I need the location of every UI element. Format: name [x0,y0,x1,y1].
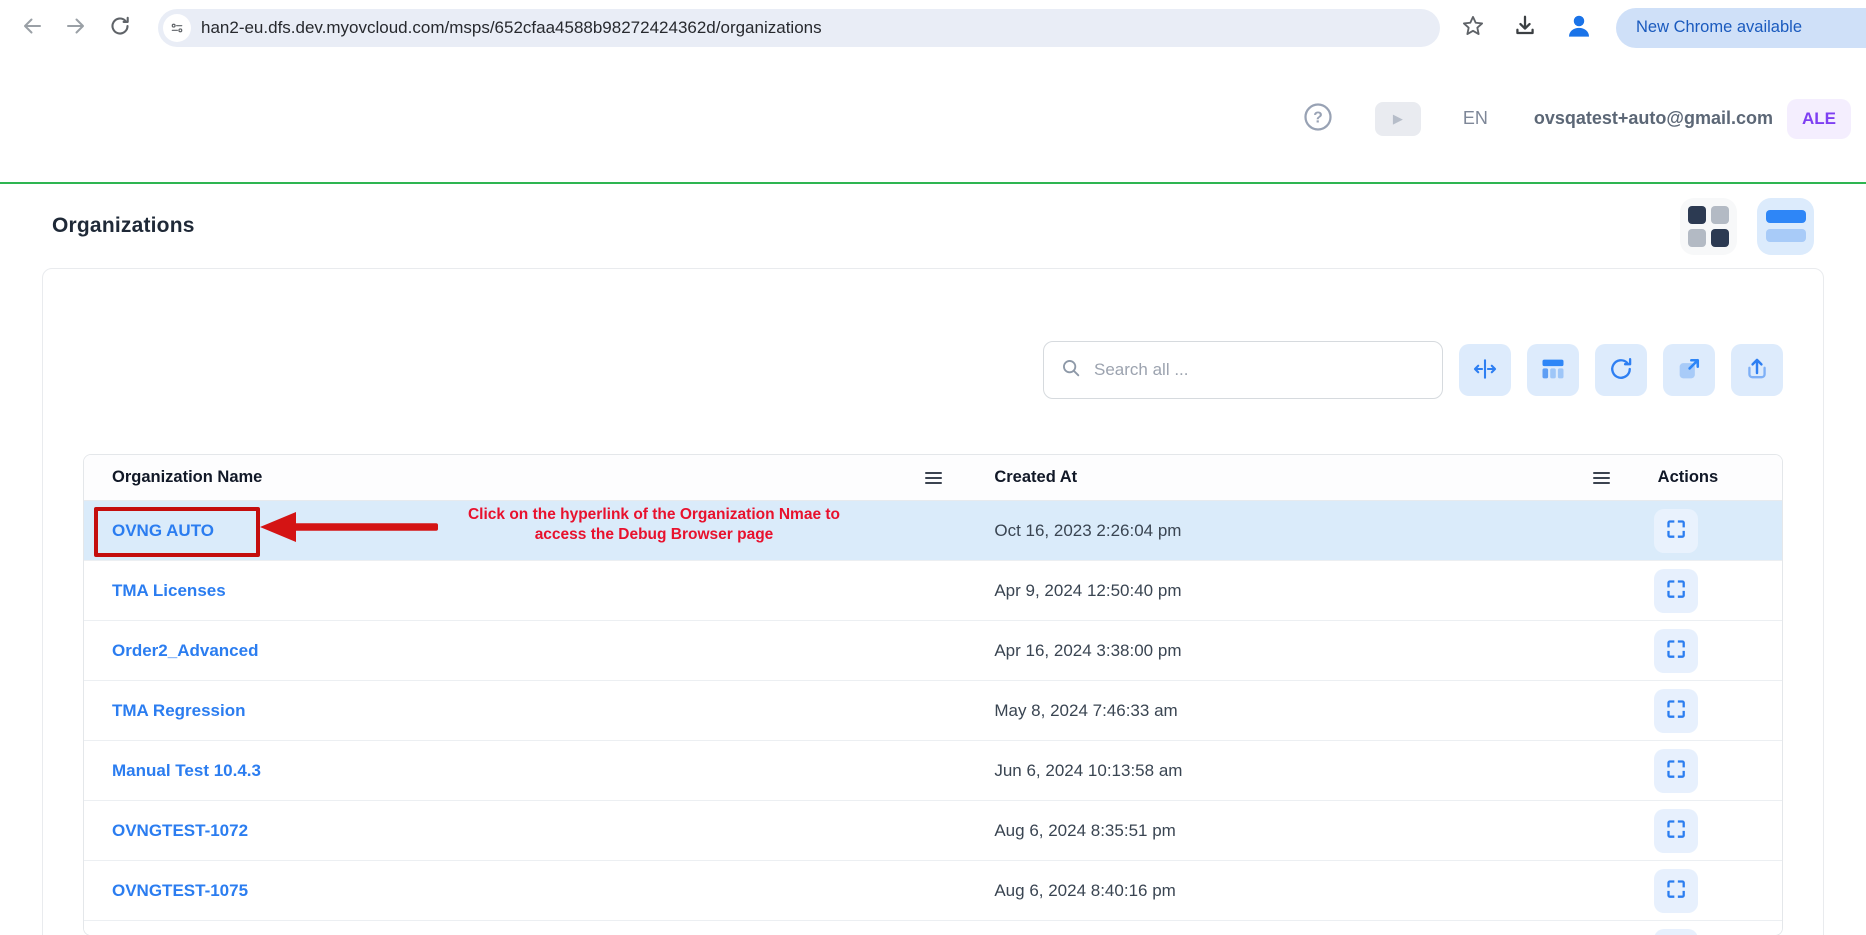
column-header-created-at: Created At [994,468,1077,487]
expand-row-button[interactable] [1654,749,1698,793]
new-chrome-available-button[interactable]: New Chrome available [1616,8,1866,48]
table-row: TMA Regression May 8, 2024 7:46:33 am [84,681,1782,741]
created-at-value: Apr 9, 2024 12:50:40 pm [970,581,1637,601]
table-body: OVNG AUTO Oct 16, 2023 2:26:04 pm TMA Li… [84,501,1782,921]
table-row: OVNGTEST-1075 Aug 6, 2024 8:40:16 pm [84,861,1782,921]
expand-fullscreen-icon [1664,877,1688,904]
created-at-value: May 8, 2024 7:46:33 am [970,701,1637,721]
org-name-link[interactable]: OVNGTEST-1075 [112,881,248,900]
column-header-organization-name: Organization Name [112,468,262,487]
list-view-button[interactable] [1757,198,1814,255]
page-head: Organizations [0,184,1866,268]
table-row: TMA Licenses Apr 9, 2024 12:50:40 pm [84,561,1782,621]
grid-view-icon [1688,206,1729,247]
forward-button[interactable] [54,6,98,50]
org-name-link[interactable]: TMA Regression [112,701,246,720]
search-input[interactable] [1094,360,1426,380]
column-menu-icon[interactable] [1589,468,1614,488]
columns-icon [1539,355,1567,386]
forward-icon [64,14,88,41]
expand-fullscreen-icon [1664,637,1688,664]
app-header: ? ▶ EN ovsqatest+auto@gmail.com ALE [0,55,1866,184]
expand-fullscreen-icon [1664,817,1688,844]
columns-button[interactable] [1527,344,1579,396]
search-icon [1060,357,1082,384]
table-header: Organization Name Created At Actions [84,455,1782,501]
profile-avatar-icon [1564,11,1594,44]
org-name-link[interactable]: Order2_Advanced [112,641,258,660]
expand-fullscreen-icon [1664,757,1688,784]
expand-row-button[interactable] [1654,509,1698,553]
fit-columns-button[interactable] [1459,344,1511,396]
expand-row-button[interactable] [1654,569,1698,613]
refresh-button[interactable] [1595,344,1647,396]
open-external-button[interactable] [1663,344,1715,396]
site-settings-icon[interactable] [163,14,191,42]
created-at-value: Apr 16, 2024 3:38:00 pm [970,641,1637,661]
expand-row-button[interactable] [1654,689,1698,733]
address-bar[interactable]: han2-eu.dfs.dev.myovcloud.com/msps/652cf… [158,9,1440,47]
browser-toolbar: han2-eu.dfs.dev.myovcloud.com/msps/652cf… [0,0,1866,55]
help-icon: ? [1303,102,1333,135]
table-row: Order2_Advanced Apr 16, 2024 3:38:00 pm [84,621,1782,681]
expand-row-button[interactable] [1654,869,1698,913]
table-row: OVNG AUTO Oct 16, 2023 2:26:04 pm [84,501,1782,561]
url-text: han2-eu.dfs.dev.myovcloud.com/msps/652cf… [201,18,822,38]
org-name-link[interactable]: Manual Test 10.4.3 [112,761,261,780]
reload-button[interactable] [98,6,142,50]
download-icon [1512,13,1538,42]
profile-button[interactable] [1564,11,1594,44]
column-menu-icon[interactable] [921,468,946,488]
org-name-link[interactable]: OVNG AUTO [112,521,214,540]
upload-button[interactable] [1731,344,1783,396]
column-header-actions: Actions [1658,468,1719,487]
back-button[interactable] [10,6,54,50]
expand-fullscreen-icon [1664,697,1688,724]
expand-row-button[interactable] [1654,629,1698,673]
language-selector[interactable]: EN [1463,108,1488,129]
expand-fullscreen-icon [1664,517,1688,544]
table-toolbar [83,341,1783,399]
created-at-value: Oct 16, 2023 2:26:04 pm [970,521,1637,541]
tour-play-button[interactable]: ▶ [1375,102,1421,136]
fit-columns-icon [1471,355,1499,386]
play-icon: ▶ [1393,111,1403,126]
open-external-icon [1675,355,1703,386]
expand-fullscreen-icon [1664,577,1688,604]
account-email[interactable]: ovsqatest+auto@gmail.com [1534,108,1773,129]
bookmark-button[interactable] [1460,13,1486,42]
table-row: OVNGTEST-1072 Aug 6, 2024 8:35:51 pm [84,801,1782,861]
downloads-button[interactable] [1512,13,1538,42]
help-button[interactable]: ? [1301,102,1335,136]
table-row-partial [84,921,1782,935]
reload-icon [108,14,132,41]
expand-row-button[interactable] [1654,809,1698,853]
tenant-badge[interactable]: ALE [1787,99,1851,139]
list-view-icon [1766,210,1806,242]
star-icon [1460,13,1486,42]
grid-view-button[interactable] [1680,198,1737,255]
back-icon [20,14,44,41]
organizations-table: Organization Name Created At Actions OVN… [83,454,1783,935]
organizations-card: Organization Name Created At Actions OVN… [42,268,1824,935]
org-name-link[interactable]: OVNGTEST-1072 [112,821,248,840]
upload-icon [1743,355,1771,386]
svg-text:?: ? [1313,110,1323,127]
search-box[interactable] [1043,341,1443,399]
created-at-value: Aug 6, 2024 8:40:16 pm [970,881,1637,901]
expand-row-button[interactable] [1654,929,1698,935]
created-at-value: Jun 6, 2024 10:13:58 am [970,761,1637,781]
created-at-value: Aug 6, 2024 8:35:51 pm [970,821,1637,841]
org-name-link[interactable]: TMA Licenses [112,581,226,600]
table-row: Manual Test 10.4.3 Jun 6, 2024 10:13:58 … [84,741,1782,801]
refresh-icon [1607,355,1635,386]
page-title: Organizations [52,214,195,238]
